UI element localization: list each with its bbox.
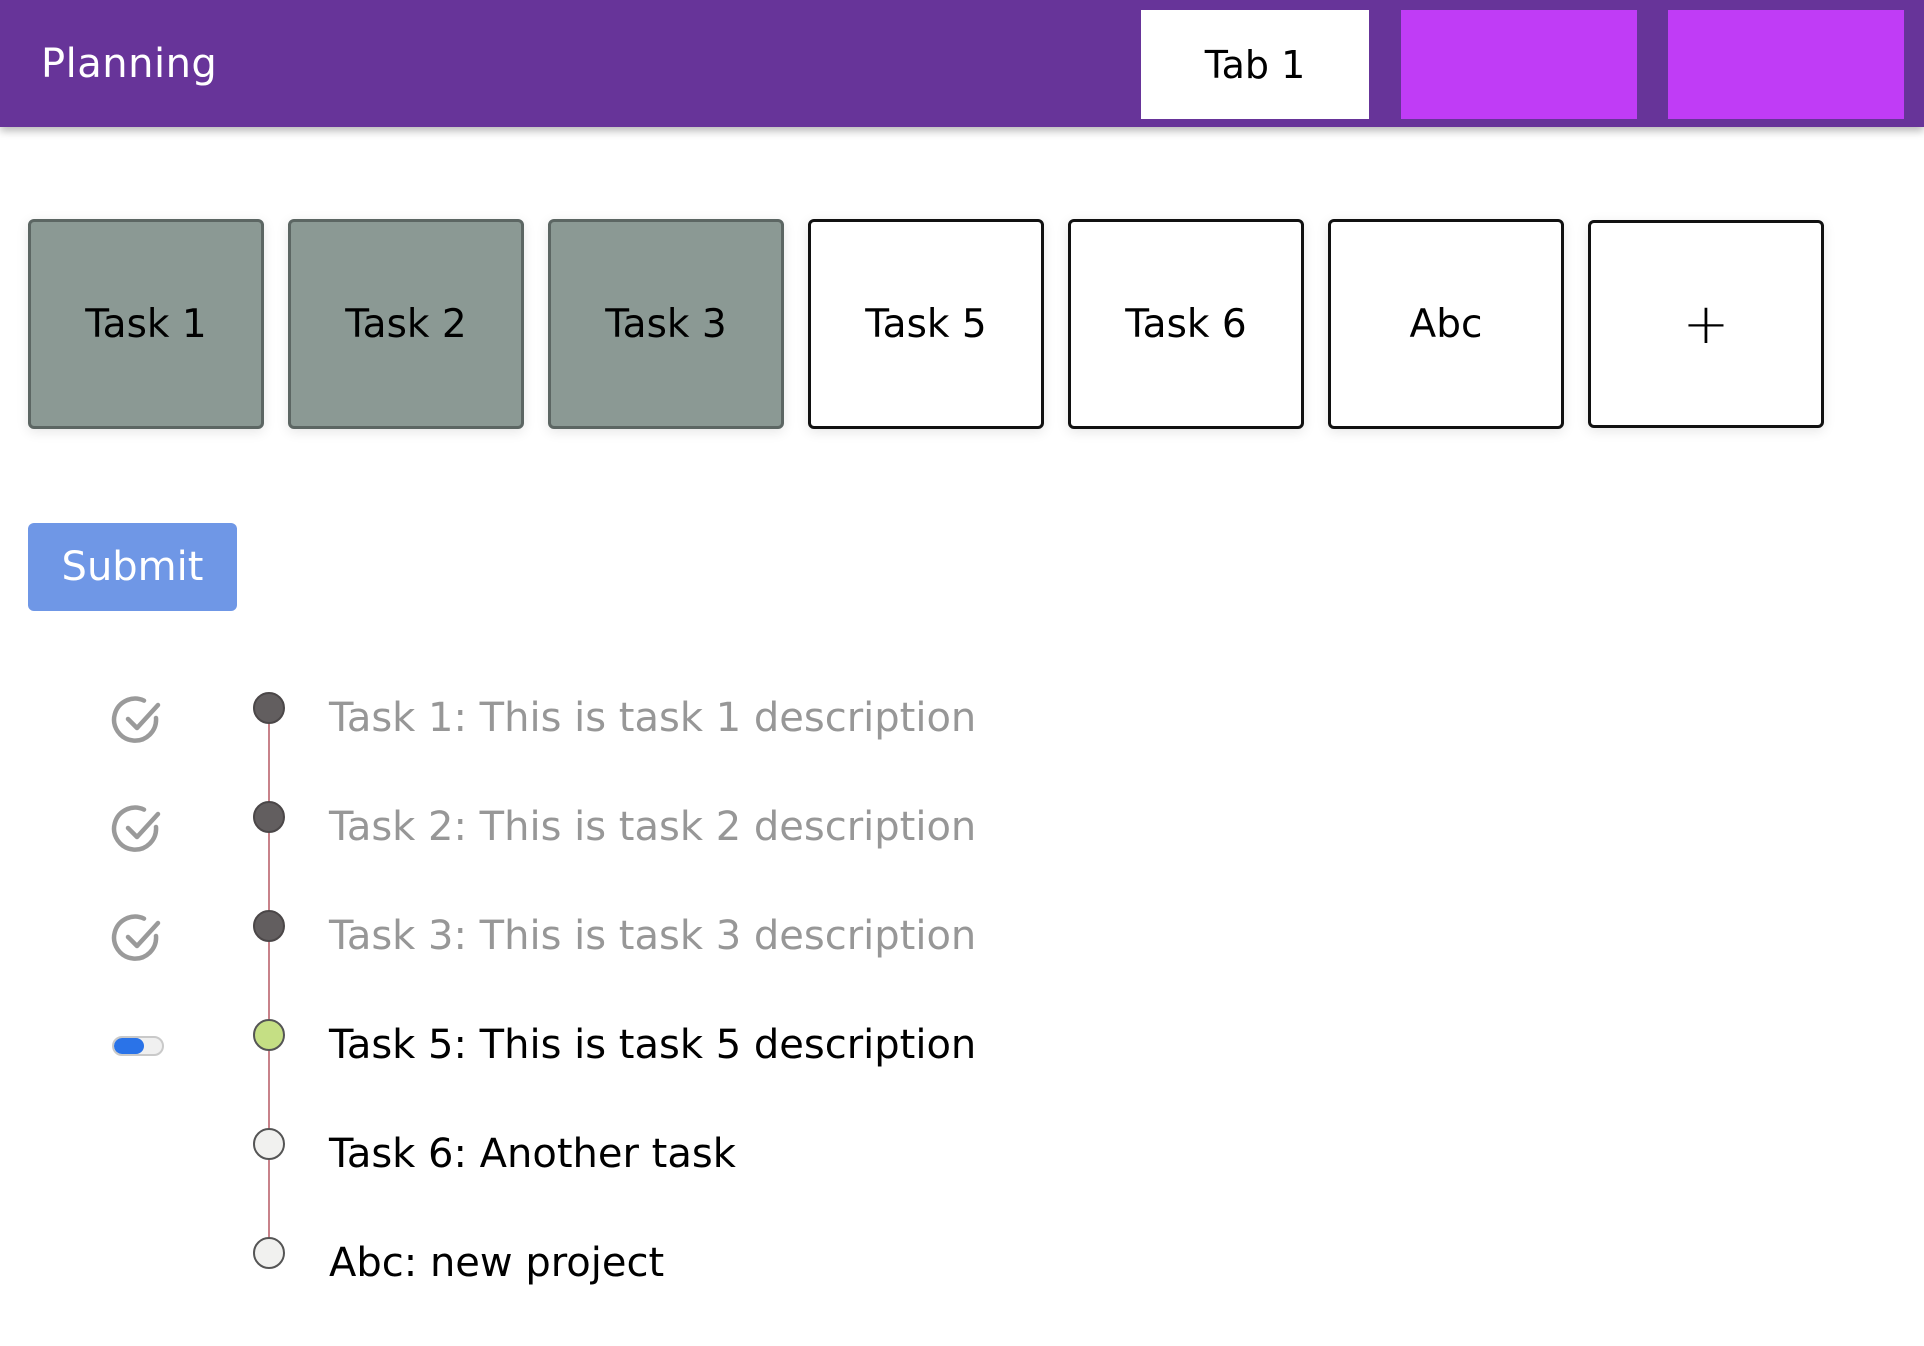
tab-2[interactable] (1401, 10, 1637, 119)
timeline-description: Task 6: Another task (329, 1131, 736, 1177)
timeline-item: Abc: new project (0, 1237, 1924, 1346)
timeline-description: Task 3: This is task 3 description (329, 913, 977, 959)
add-task-button[interactable]: + (1588, 220, 1824, 428)
timeline-item: Task 1: This is task 1 description (0, 692, 1924, 801)
task-card-task-6[interactable]: Task 6 (1068, 219, 1304, 429)
timeline-item: Task 3: This is task 3 description (0, 910, 1924, 1019)
timeline-dot (253, 692, 285, 724)
tab-1[interactable]: Tab 1 (1141, 10, 1369, 119)
timeline-description: Task 1: This is task 1 description (329, 695, 977, 741)
timeline-description: Abc: new project (329, 1240, 665, 1286)
task-card-abc[interactable]: Abc (1328, 219, 1564, 429)
timeline-item: Task 6: Another task (0, 1128, 1924, 1237)
app-header: Planning Tab 1 (0, 0, 1924, 127)
timeline-dot (253, 801, 285, 833)
task-card-task-1[interactable]: Task 1 (28, 219, 264, 429)
timeline-description: Task 2: This is task 2 description (329, 804, 977, 850)
task-card-task-3[interactable]: Task 3 (548, 219, 784, 429)
timeline-dot (253, 910, 285, 942)
task-card-task-5[interactable]: Task 5 (808, 219, 1044, 429)
tab-3[interactable] (1668, 10, 1904, 119)
check-circle-icon (110, 692, 166, 748)
check-circle-icon (110, 801, 166, 857)
timeline-item: Task 2: This is task 2 description (0, 801, 1924, 910)
app-title: Planning (41, 41, 218, 87)
timeline-dot-current (253, 1019, 285, 1051)
check-circle-icon (110, 910, 166, 966)
progress-toggle-icon (112, 1036, 164, 1056)
timeline-dot-pending (253, 1128, 285, 1160)
task-card-task-2[interactable]: Task 2 (288, 219, 524, 429)
timeline-description: Task 5: This is task 5 description (329, 1022, 977, 1068)
timeline-item: Task 5: This is task 5 description (0, 1019, 1924, 1128)
submit-button[interactable]: Submit (28, 523, 237, 611)
timeline-dot-pending (253, 1237, 285, 1269)
